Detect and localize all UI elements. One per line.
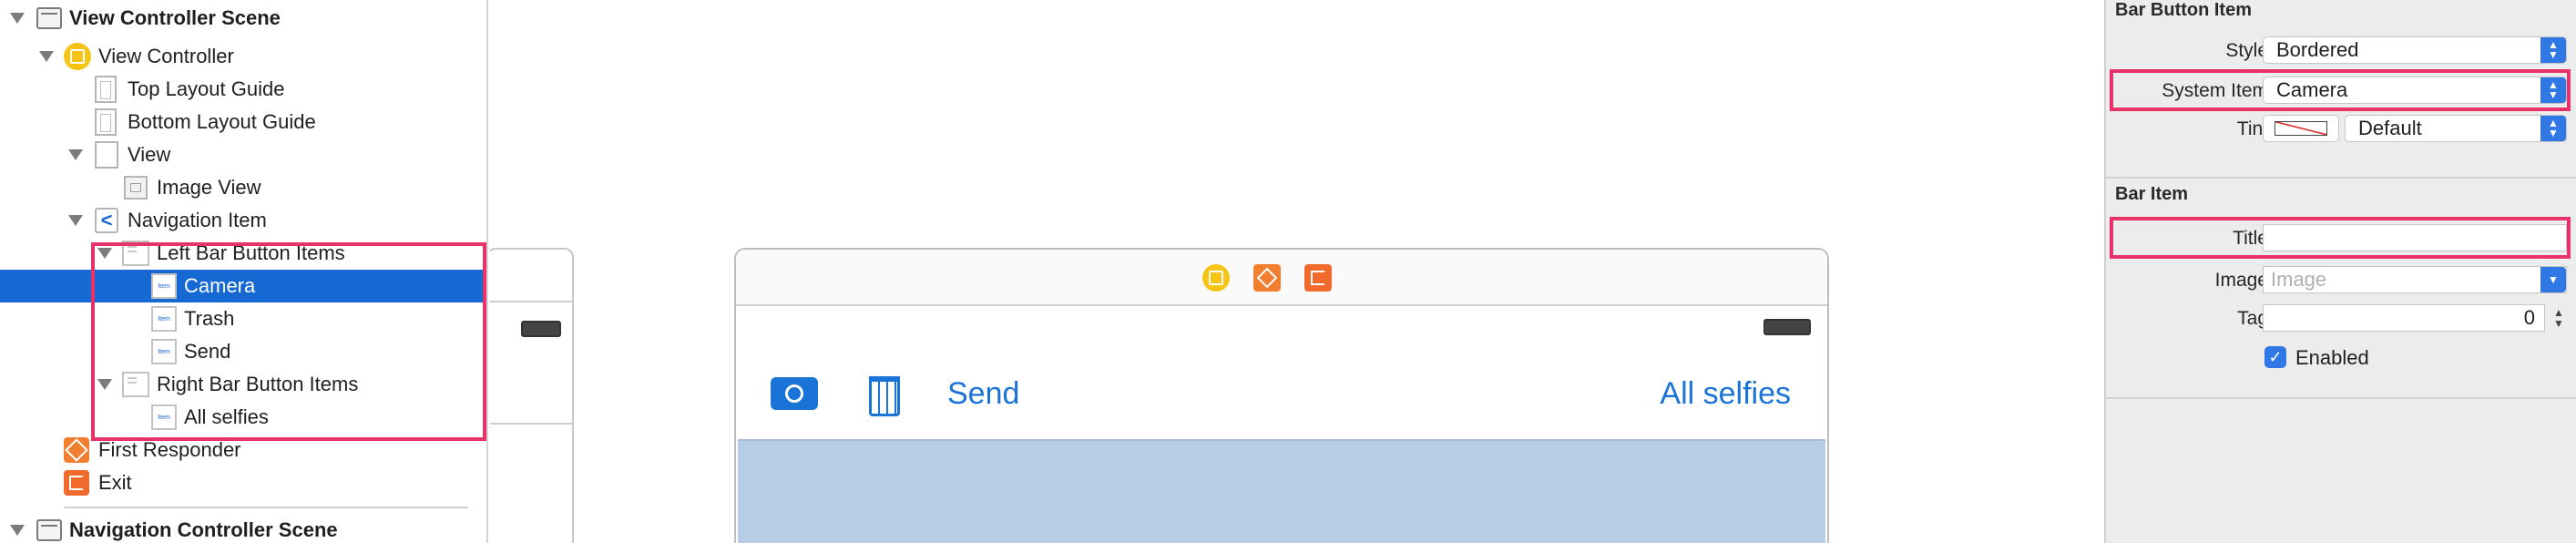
outline-row-bottom-layout-guide[interactable]: Bottom Layout Guide	[0, 106, 486, 138]
trash-bar-button[interactable]	[869, 372, 905, 416]
outline-label: View Controller	[98, 45, 234, 67]
layout-guide-icon	[95, 76, 117, 103]
view-controller-icon	[64, 43, 91, 70]
popup-arrows-icon: ▲ ▼	[2540, 116, 2566, 141]
outline-label: Navigation Controller Scene	[69, 518, 338, 541]
section-header: Bar Button Item	[2115, 0, 2252, 20]
storyboard-canvas[interactable]: Send All selfies	[490, 0, 2104, 543]
disclosure-triangle-icon[interactable]	[67, 147, 84, 163]
style-label: Style	[2225, 40, 2268, 61]
outline-row-image-view[interactable]: Image View	[0, 171, 486, 204]
outline-label: Top Layout Guide	[128, 77, 285, 100]
outline-label: View Controller Scene	[69, 6, 281, 29]
outline-label: View	[128, 143, 171, 166]
chevron-down-icon[interactable]: ▼	[2540, 267, 2566, 292]
outline-row-navigation-item[interactable]: < Navigation Item	[0, 204, 486, 237]
view-controller-scene[interactable]: Send All selfies	[734, 248, 1829, 543]
tint-popup[interactable]: Default ▲ ▼	[2345, 115, 2567, 142]
scene-dock	[736, 250, 1827, 306]
navigation-item-icon: <	[95, 208, 118, 233]
first-responder-icon[interactable]	[1253, 264, 1281, 292]
divider	[490, 423, 572, 425]
outline-label: Bottom Layout Guide	[128, 110, 316, 133]
disclosure-triangle-icon[interactable]	[38, 48, 55, 65]
first-responder-icon	[64, 437, 89, 463]
tint-color-well[interactable]	[2263, 115, 2339, 142]
exit-icon	[64, 470, 89, 496]
enabled-checkbox[interactable]: ✓	[2264, 346, 2286, 368]
divider	[64, 507, 468, 508]
view-controller-icon[interactable]	[1202, 264, 1230, 292]
disclosure-triangle-icon[interactable]	[9, 522, 26, 538]
camera-bar-button[interactable]	[771, 372, 818, 415]
document-outline: View Controller Scene View Controller To…	[0, 0, 488, 543]
outline-label: Exit	[98, 471, 132, 494]
checkmark-icon: ✓	[2268, 347, 2283, 366]
camera-icon	[771, 377, 818, 410]
battery-icon	[521, 321, 561, 337]
outline-row-view[interactable]: View	[0, 138, 486, 171]
outline-row-view-controller-scene[interactable]: View Controller Scene	[0, 2, 486, 35]
outline-label: First Responder	[98, 438, 241, 461]
layout-guide-icon	[95, 108, 117, 136]
navigation-bar: Send All selfies	[736, 350, 1827, 437]
image-placeholder: Image	[2271, 268, 2327, 291]
outline-row-exit[interactable]: Exit	[0, 466, 486, 499]
divider	[2106, 177, 2576, 179]
annotation-highlight-title	[2110, 217, 2571, 259]
popup-arrows-icon: ▲ ▼	[2540, 37, 2566, 63]
annotation-highlight-system-item	[2110, 69, 2571, 111]
enabled-label: Enabled	[2295, 346, 2369, 369]
style-value: Bordered	[2276, 38, 2359, 61]
outline-label: Image View	[157, 176, 261, 199]
scene-icon	[36, 7, 62, 29]
image-combo[interactable]: Image ▼	[2263, 266, 2567, 293]
image-view[interactable]	[738, 439, 1825, 543]
tag-field[interactable]: 0	[2263, 304, 2545, 332]
attributes-inspector: Bar Button Item Style Bordered ▲ ▼ System…	[2104, 0, 2576, 543]
disclosure-triangle-icon[interactable]	[67, 212, 84, 229]
scene-icon	[36, 519, 62, 541]
view-icon	[95, 141, 118, 169]
tag-stepper[interactable]: ▲ ▼	[2550, 304, 2567, 332]
section-header: Bar Item	[2115, 184, 2189, 204]
divider	[490, 301, 572, 302]
trash-icon	[869, 376, 900, 416]
outline-row-navigation-controller-scene[interactable]: Navigation Controller Scene	[0, 514, 486, 543]
outline-row-view-controller[interactable]: View Controller	[0, 40, 486, 73]
exit-icon[interactable]	[1304, 264, 1332, 292]
battery-icon	[1763, 319, 1811, 335]
image-view-icon	[124, 176, 148, 200]
outline-row-top-layout-guide[interactable]: Top Layout Guide	[0, 73, 486, 106]
style-popup[interactable]: Bordered ▲ ▼	[2263, 36, 2567, 64]
partial-scene[interactable]	[490, 248, 574, 543]
image-label: Image	[2214, 270, 2268, 291]
annotation-highlight-bar-button-items	[91, 242, 486, 441]
disclosure-triangle-icon[interactable]	[9, 10, 26, 26]
send-bar-button[interactable]: Send	[947, 372, 1019, 415]
outline-label: Navigation Item	[128, 209, 267, 231]
divider	[2106, 397, 2576, 399]
all-selfies-bar-button[interactable]: All selfies	[1660, 372, 1791, 415]
tint-value: Default	[2358, 117, 2422, 139]
